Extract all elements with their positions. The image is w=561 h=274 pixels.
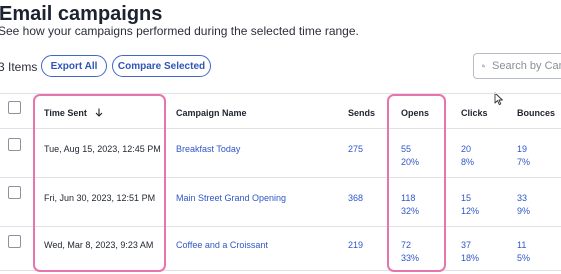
row-divider bbox=[0, 177, 561, 178]
search-box[interactable] bbox=[473, 53, 561, 79]
clicks-percent: 8% bbox=[461, 157, 475, 167]
table-top-border bbox=[0, 93, 561, 94]
mouse-pointer-icon bbox=[494, 92, 503, 106]
row-checkbox[interactable] bbox=[8, 138, 21, 151]
column-header-clicks[interactable]: Clicks bbox=[461, 108, 488, 118]
column-header-campaign-name[interactable]: Campaign Name bbox=[176, 108, 247, 118]
clicks-value[interactable]: 15 bbox=[461, 193, 471, 203]
header-divider bbox=[0, 128, 561, 129]
row-checkbox[interactable] bbox=[8, 235, 21, 248]
opens-percent: 32% bbox=[401, 206, 420, 216]
sends-value[interactable]: 275 bbox=[348, 144, 363, 154]
export-all-button[interactable]: Export All bbox=[41, 55, 107, 77]
column-header-opens[interactable]: Opens bbox=[401, 108, 429, 118]
column-header-sends[interactable]: Sends bbox=[348, 108, 375, 118]
opens-percent: 33% bbox=[401, 253, 420, 263]
clicks-percent: 12% bbox=[461, 206, 480, 216]
time-sent-cell: Fri, Jun 30, 2023, 12:51 PM bbox=[44, 193, 156, 203]
bounces-value[interactable]: 19 bbox=[517, 144, 527, 154]
clicks-percent: 18% bbox=[461, 253, 480, 263]
search-icon bbox=[482, 64, 485, 68]
time-sent-cell: Wed, Mar 8, 2023, 9:23 AM bbox=[44, 240, 154, 250]
opens-highlight bbox=[387, 94, 446, 272]
sends-value[interactable]: 219 bbox=[348, 240, 363, 250]
page-title: Email campaigns bbox=[0, 3, 163, 25]
clicks-value[interactable]: 37 bbox=[461, 240, 471, 250]
page-subtitle: See how your campaigns performed during … bbox=[0, 24, 359, 38]
arrow-down-icon bbox=[95, 108, 103, 117]
column-header-bounces[interactable]: Bounces bbox=[517, 108, 555, 118]
row-divider bbox=[0, 226, 561, 227]
bounces-value[interactable]: 33 bbox=[517, 193, 527, 203]
opens-percent: 20% bbox=[401, 157, 420, 167]
bounces-value[interactable]: 11 bbox=[517, 240, 526, 250]
clicks-value[interactable]: 20 bbox=[461, 144, 471, 154]
compare-selected-button[interactable]: Compare Selected bbox=[112, 55, 211, 77]
sends-value[interactable]: 368 bbox=[348, 193, 363, 203]
opens-value[interactable]: 118 bbox=[401, 193, 415, 203]
bounces-percent: 7% bbox=[517, 157, 531, 167]
campaign-name-link[interactable]: Coffee and a Croissant bbox=[176, 240, 268, 250]
column-header-time-sent[interactable]: Time Sent bbox=[44, 108, 103, 118]
row-checkbox[interactable] bbox=[8, 186, 21, 199]
bounces-percent: 5% bbox=[517, 253, 531, 263]
row-divider bbox=[0, 270, 561, 271]
campaign-name-link[interactable]: Breakfast Today bbox=[176, 144, 240, 154]
bounces-percent: 9% bbox=[517, 206, 531, 216]
time-sent-cell: Tue, Aug 15, 2023, 12:45 PM bbox=[44, 144, 161, 154]
select-all-checkbox[interactable] bbox=[8, 101, 21, 114]
search-input[interactable] bbox=[492, 60, 561, 72]
campaign-name-link[interactable]: Main Street Grand Opening bbox=[176, 193, 286, 203]
opens-value[interactable]: 55 bbox=[401, 144, 411, 154]
opens-value[interactable]: 72 bbox=[401, 240, 411, 250]
column-header-label: Time Sent bbox=[44, 108, 87, 118]
items-count: 3 Items bbox=[0, 60, 38, 74]
